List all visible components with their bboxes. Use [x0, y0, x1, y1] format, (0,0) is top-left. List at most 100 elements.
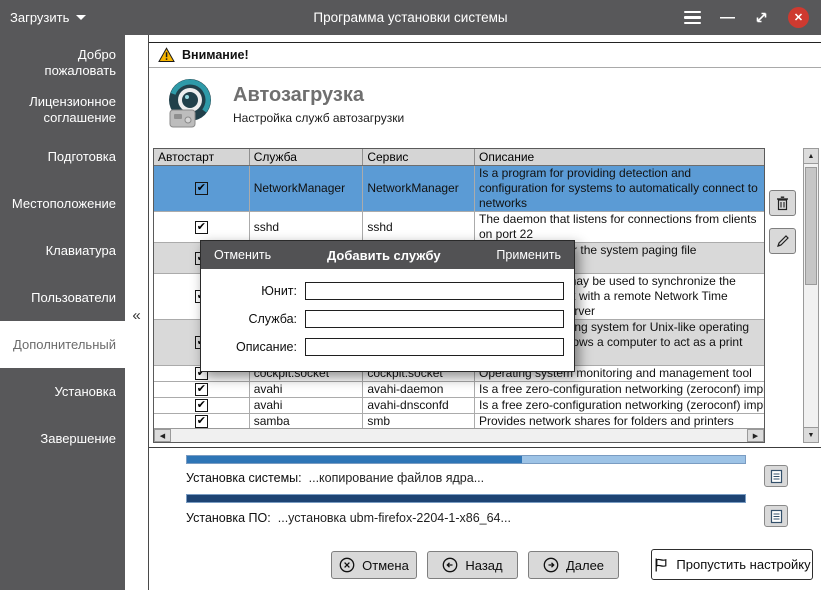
- sidebar-collapse-chevron[interactable]: «: [125, 307, 148, 324]
- menu-icon[interactable]: [684, 11, 701, 25]
- page-title: Автозагрузка: [233, 84, 404, 107]
- steps-sidebar: Добро пожаловать Лицензионное соглашение…: [0, 35, 125, 590]
- dialog-field-row: Служба:: [209, 310, 564, 328]
- load-menu-button[interactable]: Загрузить: [10, 0, 86, 35]
- service-cell: avahi: [250, 398, 364, 413]
- warning-icon: [158, 47, 175, 63]
- autostart-cell: ✔: [154, 166, 250, 211]
- software-progress-status: ...установка ubm-firefox-2204-1-x86_64..…: [278, 511, 511, 525]
- edit-service-button[interactable]: [769, 228, 796, 254]
- dialog-field-input[interactable]: [305, 282, 564, 300]
- scroll-right-button[interactable]: ▶: [747, 429, 764, 442]
- table-row[interactable]: ✔ NetworkManager NetworkManager Is a pro…: [154, 166, 764, 212]
- description-cell: The daemon that listens for connections …: [475, 212, 764, 242]
- titlebar: Загрузить Программа установки системы — …: [0, 0, 821, 35]
- page-header: Автозагрузка Настройка служб автозагрузк…: [163, 77, 404, 131]
- col-autostart[interactable]: Автостарт: [154, 149, 250, 165]
- minimize-button[interactable]: —: [720, 13, 735, 23]
- sidebar-item[interactable]: Местоположение: [0, 180, 125, 227]
- delete-service-button[interactable]: [769, 190, 796, 216]
- cancel-button[interactable]: Отмена: [331, 551, 417, 579]
- service-cell: NetworkManager: [250, 166, 364, 211]
- table-row[interactable]: ✔ avahi avahi-daemon Is a free zero-conf…: [154, 382, 764, 398]
- table-header: Автостарт Служба Сервис Описание: [154, 149, 764, 166]
- warning-bar: Внимание!: [149, 42, 821, 68]
- autostart-cell: ✔: [154, 398, 250, 413]
- sidebar-item-label: Установка: [55, 384, 116, 400]
- skip-label: Пропустить настройку: [676, 557, 810, 572]
- sidebar-item-label: Завершение: [40, 431, 116, 447]
- sidebar-item[interactable]: Лицензионное соглашение: [0, 86, 125, 133]
- horizontal-scrollbar[interactable]: ◀ ▶: [154, 428, 764, 442]
- col-unit[interactable]: Сервис: [363, 149, 475, 165]
- log-icon: [770, 509, 783, 524]
- flag-icon: [653, 557, 669, 573]
- skip-setup-button[interactable]: Пропустить настройку: [651, 549, 813, 580]
- software-progress-title: Установка ПО:: [186, 511, 271, 525]
- scroll-up-button[interactable]: ▲: [804, 149, 818, 164]
- autostart-cell: ✔: [154, 212, 250, 242]
- pencil-icon: [776, 234, 790, 248]
- vertical-scrollbar[interactable]: ▲ ▼: [803, 148, 819, 443]
- unit-cell: NetworkManager: [363, 166, 475, 211]
- next-button[interactable]: Далее: [528, 551, 619, 579]
- autostart-checkbox[interactable]: ✔: [195, 182, 208, 195]
- service-cell: avahi: [250, 382, 364, 397]
- service-cell: samba: [250, 414, 364, 429]
- autostart-checkbox[interactable]: ✔: [195, 221, 208, 234]
- back-circle-icon: [442, 557, 458, 573]
- resize-icon[interactable]: [754, 10, 769, 25]
- table-row[interactable]: ✔ sshd sshd The daemon that listens for …: [154, 212, 764, 243]
- service-cell: sshd: [250, 212, 364, 242]
- dialog-apply-button[interactable]: Применить: [496, 248, 561, 262]
- sidebar-item-label: Лицензионное соглашение: [9, 94, 116, 126]
- back-button[interactable]: Назад: [427, 551, 518, 579]
- sidebar-item[interactable]: Клавиатура: [0, 227, 125, 274]
- scrollbar-thumb[interactable]: [805, 167, 817, 285]
- sidebar-item[interactable]: Добро пожаловать: [0, 39, 125, 86]
- load-menu-label: Загрузить: [10, 10, 69, 25]
- col-service[interactable]: Служба: [250, 149, 364, 165]
- dialog-field-label: Служба:: [209, 312, 297, 326]
- dialog-body: Юнит: Служба: Описание:: [201, 269, 574, 371]
- scroll-down-button[interactable]: ▼: [804, 427, 818, 442]
- back-label: Назад: [465, 558, 502, 573]
- sidebar-item[interactable]: Подготовка: [0, 133, 125, 180]
- separator: [149, 447, 821, 448]
- description-cell: Is a free zero-configuration networking …: [475, 398, 764, 413]
- software-log-button[interactable]: [764, 505, 788, 527]
- sidebar-item[interactable]: Завершение: [0, 415, 125, 462]
- system-log-button[interactable]: [764, 465, 788, 487]
- unit-cell: sshd: [363, 212, 475, 242]
- autostart-checkbox[interactable]: ✔: [195, 415, 208, 428]
- col-description[interactable]: Описание: [475, 149, 764, 165]
- page-subtitle: Настройка служб автозагрузки: [233, 111, 404, 125]
- system-progress-bar: [186, 455, 746, 464]
- dialog-field-input[interactable]: [305, 338, 564, 356]
- sidebar-item-label: Пользователи: [31, 290, 116, 306]
- cancel-label: Отмена: [362, 558, 409, 573]
- software-progress-label: Установка ПО: ...установка ubm-firefox-22…: [186, 511, 511, 525]
- warning-text: Внимание!: [182, 48, 249, 62]
- autostart-cell: ✔: [154, 414, 250, 429]
- next-label: Далее: [566, 558, 604, 573]
- sidebar-item-label: Подготовка: [48, 149, 116, 165]
- sidebar-item-label: Местоположение: [12, 196, 116, 212]
- autostart-checkbox[interactable]: ✔: [195, 383, 208, 396]
- sidebar-item[interactable]: Установка: [0, 368, 125, 415]
- system-progress-status: ...копирование файлов ядра...: [309, 471, 485, 485]
- window-controls: — ✕: [684, 0, 809, 35]
- close-button[interactable]: ✕: [788, 7, 809, 28]
- add-service-dialog: Отменить Добавить службу Применить Юнит:…: [200, 240, 575, 372]
- autostart-checkbox[interactable]: ✔: [195, 399, 208, 412]
- dialog-cancel-button[interactable]: Отменить: [214, 248, 271, 262]
- log-icon: [770, 469, 783, 484]
- dialog-field-label: Юнит:: [209, 284, 297, 298]
- table-row[interactable]: ✔ avahi avahi-dnsconfd Is a free zero-co…: [154, 398, 764, 414]
- sidebar-item[interactable]: Пользователи: [0, 274, 125, 321]
- scroll-left-button[interactable]: ◀: [154, 429, 171, 442]
- description-cell: Is a program for providing detection and…: [475, 166, 764, 211]
- dialog-field-input[interactable]: [305, 310, 564, 328]
- sidebar-item[interactable]: Дополнительный: [0, 321, 125, 368]
- sidebar-item-label: Клавиатура: [46, 243, 116, 259]
